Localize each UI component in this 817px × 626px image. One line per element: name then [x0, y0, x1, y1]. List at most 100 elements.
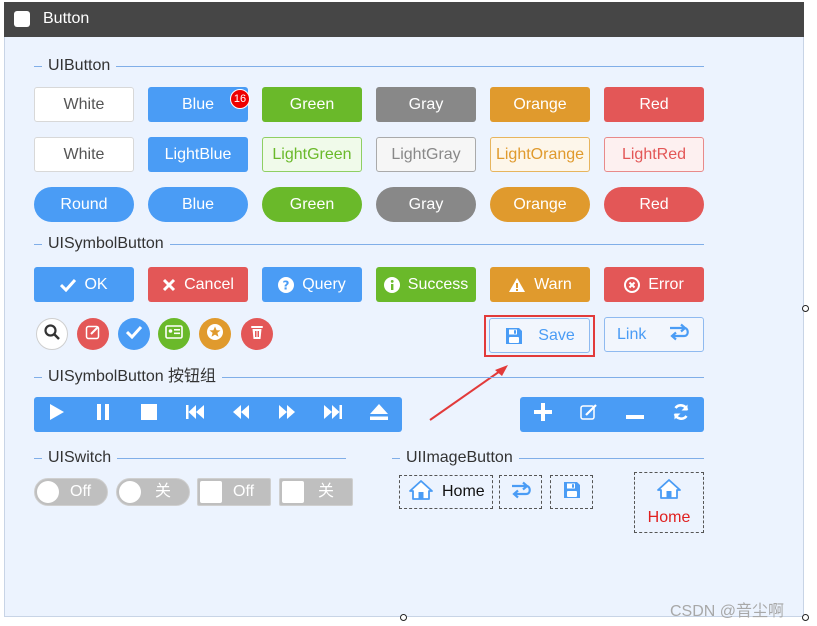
stop-button[interactable] — [126, 397, 172, 432]
title-bar: Button — [4, 2, 804, 37]
square-switch-off[interactable]: Off — [197, 478, 271, 506]
link-button-label: Link — [617, 325, 647, 343]
round-red-button[interactable]: Red — [604, 187, 704, 222]
image-button-home-vertical-label: Home — [647, 509, 691, 526]
group-uisymbolbutton-set-label: UISymbolButton 按钮组 — [42, 367, 223, 387]
cancel-button[interactable]: Cancel — [148, 267, 248, 302]
watermark: CSDN @音尘啊 — [670, 603, 785, 620]
resize-handle-bottom[interactable] — [400, 614, 407, 621]
green-button[interactable]: Green — [262, 87, 362, 122]
circle-check-button[interactable] — [118, 318, 150, 350]
error-button[interactable]: Error — [604, 267, 704, 302]
circle-search-button[interactable] — [36, 318, 68, 350]
square-switch-off-cn[interactable]: 关 — [279, 478, 353, 506]
edit-icon — [580, 404, 598, 425]
query-button-label: Query — [302, 275, 346, 293]
group-uibutton: UIButton — [34, 56, 704, 76]
group-uiimagebutton: UIImageButton — [392, 448, 704, 468]
blue-button[interactable]: Blue 16 — [148, 87, 250, 122]
success-button-label: Success — [407, 275, 469, 293]
check-icon — [125, 325, 143, 344]
image-button-home-vertical[interactable]: Home — [634, 472, 704, 533]
skip-forward-icon — [324, 405, 342, 424]
edit-icon — [85, 324, 101, 345]
orange-button[interactable]: Orange — [490, 87, 590, 122]
warn-button-label: Warn — [534, 275, 572, 293]
refresh-button[interactable] — [658, 397, 704, 432]
plus-icon — [534, 403, 552, 426]
lightred-button[interactable]: LightRed — [604, 137, 704, 172]
error-button-label: Error — [648, 275, 684, 293]
gray-button[interactable]: Gray — [376, 87, 476, 122]
red-button[interactable]: Red — [604, 87, 704, 122]
eject-icon — [370, 404, 388, 425]
round-switch-off-cn[interactable]: 关 — [116, 478, 190, 506]
window-title: Button — [43, 10, 90, 27]
image-button-save[interactable] — [550, 475, 593, 509]
refresh-icon — [672, 403, 690, 426]
group-uisymbolbutton: UISymbolButton — [34, 234, 704, 254]
eject-button[interactable] — [356, 397, 402, 432]
home-icon — [656, 478, 682, 505]
warn-button[interactable]: Warn — [490, 267, 590, 302]
ok-button[interactable]: OK — [34, 267, 134, 302]
rewind-button[interactable] — [218, 397, 264, 432]
link-button[interactable]: Link — [604, 317, 704, 352]
image-button-home[interactable]: Home — [399, 475, 493, 509]
highlight-box — [484, 315, 595, 357]
switch-knob — [119, 481, 141, 503]
circle-trash-button[interactable] — [241, 318, 273, 350]
lightorange-button[interactable]: LightOrange — [490, 137, 590, 172]
group-uibutton-label: UIButton — [42, 56, 117, 76]
resize-handle-right[interactable] — [802, 305, 809, 312]
group-uiimagebutton-label: UIImageButton — [400, 448, 519, 468]
question-icon: ? — [278, 276, 295, 293]
play-icon — [49, 403, 65, 426]
skip-forward-button[interactable] — [310, 397, 356, 432]
trash-icon — [250, 324, 264, 345]
round-gray-button[interactable]: Gray — [376, 187, 476, 222]
check-icon — [60, 278, 77, 292]
circle-star-button[interactable] — [199, 318, 231, 350]
fast-forward-button[interactable] — [264, 397, 310, 432]
minus-icon — [626, 406, 644, 424]
skip-back-button[interactable] — [172, 397, 218, 432]
switch-knob — [200, 481, 222, 503]
circle-edit-button[interactable] — [77, 318, 109, 350]
image-button-route[interactable] — [499, 475, 542, 509]
switch-label: 关 — [155, 483, 172, 500]
round-green-button[interactable]: Green — [262, 187, 362, 222]
star-icon — [206, 323, 224, 346]
pause-icon — [96, 404, 110, 425]
error-circle-icon — [624, 276, 641, 293]
home-icon — [408, 479, 434, 506]
group-uiswitch-label: UISwitch — [42, 448, 118, 468]
window-checkbox-icon[interactable] — [14, 11, 30, 27]
remove-button[interactable] — [612, 397, 658, 432]
tip-badge: 16 — [230, 89, 250, 109]
floppy-disk-icon — [562, 480, 582, 505]
round-orange-button[interactable]: Orange — [490, 187, 590, 222]
lightgray-button[interactable]: LightGray — [376, 137, 476, 172]
resize-handle-corner[interactable] — [802, 614, 809, 621]
play-button[interactable] — [34, 397, 80, 432]
success-button[interactable]: Success — [376, 267, 476, 302]
switch-knob — [282, 481, 304, 503]
route-icon — [667, 322, 691, 347]
circle-idcard-button[interactable] — [158, 318, 190, 350]
switch-knob — [37, 481, 59, 503]
query-button[interactable]: ? Query — [262, 267, 362, 302]
add-button[interactable] — [520, 397, 566, 432]
lightblue-button[interactable]: LightBlue — [148, 137, 248, 172]
round-switch-off[interactable]: Off — [34, 478, 108, 506]
round-button[interactable]: Round — [34, 187, 134, 222]
group-uisymbolbutton-set: UISymbolButton 按钮组 — [34, 367, 704, 387]
stop-icon — [141, 404, 157, 425]
round-blue-button[interactable]: Blue — [148, 187, 248, 222]
edit-button[interactable] — [566, 397, 612, 432]
search-icon — [44, 323, 60, 345]
pause-button[interactable] — [80, 397, 126, 432]
lightgreen-button[interactable]: LightGreen — [262, 137, 362, 172]
white-button-2[interactable]: White — [34, 137, 134, 172]
white-button[interactable]: White — [34, 87, 134, 122]
